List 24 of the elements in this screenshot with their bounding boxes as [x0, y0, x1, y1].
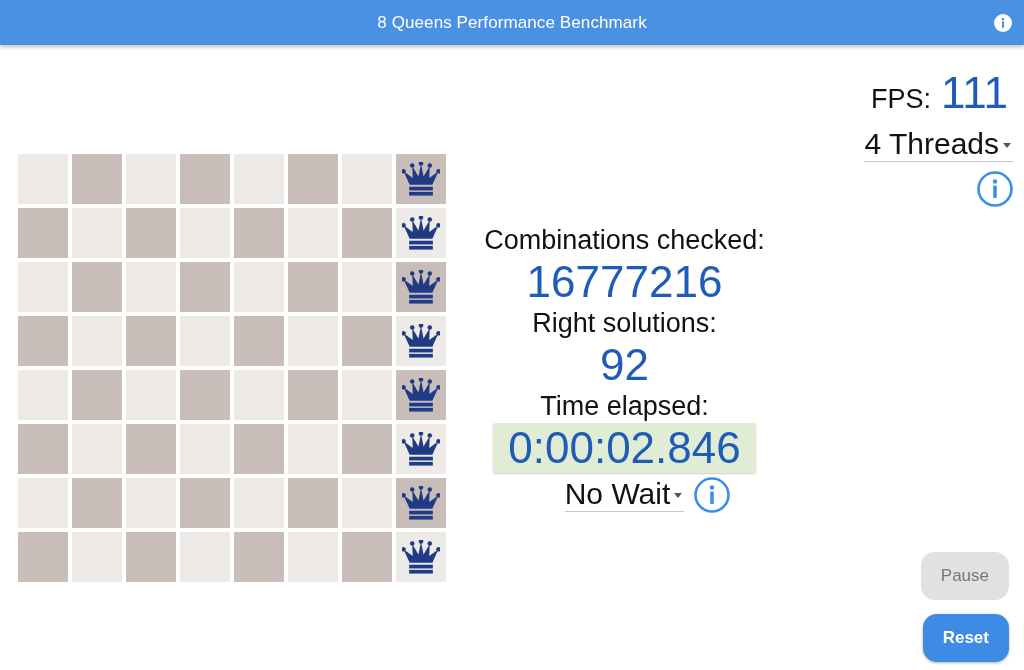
stat-value: 92 [600, 339, 649, 390]
crown-icon [402, 378, 440, 412]
wait-dropdown[interactable]: No Wait [564, 477, 685, 512]
crown-icon [402, 162, 440, 196]
stat-label: Time elapsed: [540, 389, 709, 423]
caret-icon [1003, 142, 1011, 148]
fps-value: 111 [941, 69, 1008, 117]
caret-icon [674, 492, 683, 498]
info-icon[interactable] [694, 476, 731, 513]
stat-value: 16777216 [526, 256, 723, 307]
crown-icon [402, 486, 440, 520]
info-icon[interactable] [994, 13, 1012, 32]
stat-label: Combinations checked: [484, 223, 765, 257]
timer-display: 0:00:02.846 [493, 422, 756, 473]
info-icon[interactable] [977, 171, 1013, 207]
crown-icon [402, 324, 440, 358]
fps-label: FPS: [871, 84, 932, 115]
stat-label: Right solutions: [532, 306, 717, 340]
crown-icon [402, 540, 440, 574]
crown-icon [402, 270, 440, 304]
app-title: 8 Queens Performance Benchmark [377, 12, 647, 33]
crown-icon [402, 432, 440, 466]
crown-icon [402, 216, 440, 250]
threads-dropdown[interactable]: 4 Threads [864, 127, 1013, 162]
